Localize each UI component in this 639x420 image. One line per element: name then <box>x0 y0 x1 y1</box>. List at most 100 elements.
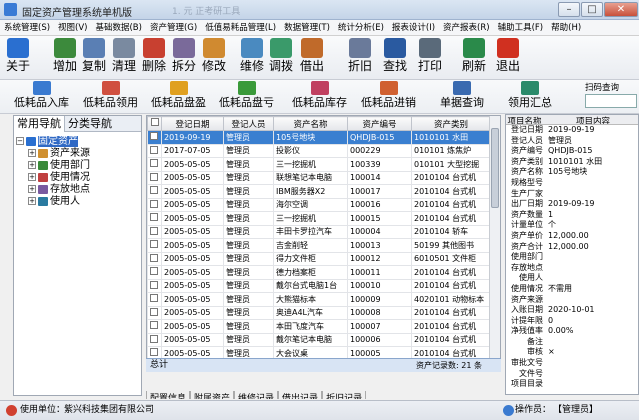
menu-item-1[interactable]: 视图(V) <box>54 20 91 36</box>
row-checkbox-cell[interactable] <box>147 332 162 347</box>
grid-header-0[interactable] <box>147 116 162 131</box>
row-checkbox-cell[interactable] <box>147 278 162 293</box>
toolbar-button-10[interactable]: 折旧 <box>345 38 375 78</box>
tree-node[interactable]: + 使用部门 <box>16 160 90 172</box>
table-row[interactable]: 2005-05-05 管理员 本田飞度汽车 100007 2010104 台式机 <box>147 319 491 334</box>
toolbar-button-4[interactable]: 删除 <box>139 38 169 78</box>
tree-node[interactable]: + 存放地点 <box>16 184 90 196</box>
row-checkbox-cell[interactable] <box>147 292 162 307</box>
lowvalue-button-5[interactable]: 低耗品进销 <box>361 81 416 113</box>
tree-node[interactable]: − 固定资产 <box>16 136 90 148</box>
row-checkbox[interactable] <box>150 199 158 208</box>
tree-node[interactable]: + 资产来源 <box>16 148 90 160</box>
tree-expander-icon[interactable]: + <box>28 197 36 205</box>
row-checkbox[interactable] <box>150 213 158 222</box>
row-checkbox-cell[interactable] <box>147 251 162 266</box>
tree-node[interactable]: + 使用情况 <box>16 172 90 184</box>
row-checkbox[interactable] <box>150 132 158 141</box>
table-row[interactable]: 2005-05-05 管理员 戴尔台式电脑1台 100010 2010104 台式机 <box>147 278 491 293</box>
menu-item-0[interactable]: 系统管理(S) <box>0 20 54 36</box>
menu-item-10[interactable]: 帮助(H) <box>547 20 585 36</box>
table-row[interactable]: 2005-05-05 管理员 联想笔记本电脑 100014 2010104 台式机 <box>147 170 491 185</box>
row-checkbox[interactable] <box>150 240 158 249</box>
row-checkbox[interactable] <box>150 145 158 154</box>
row-checkbox-cell[interactable] <box>147 265 162 280</box>
toolbar-button-6[interactable]: 修改 <box>199 38 229 78</box>
table-row[interactable]: 2005-05-05 管理员 三一挖掘机 100339 010101 大型挖掘 <box>147 157 491 172</box>
menu-item-9[interactable]: 辅助工具(F) <box>494 20 548 36</box>
toolbar-button-11[interactable]: 查找 <box>380 38 410 78</box>
grid-header-5[interactable]: 资产类别 <box>411 116 491 131</box>
row-checkbox-cell[interactable] <box>147 211 162 226</box>
detail-tab-3[interactable]: 借出记录 <box>278 391 323 399</box>
toolbar-button-12[interactable]: 打印 <box>415 38 445 78</box>
lowvalue-button-0[interactable]: 低耗品入库 <box>14 81 69 113</box>
table-row[interactable]: 2005-05-05 管理员 奥迪A4L汽车 100008 2010104 台式机 <box>147 305 491 320</box>
row-checkbox-cell[interactable] <box>147 224 162 239</box>
tree-expander-icon[interactable]: − <box>16 137 24 145</box>
toolbar-button-0[interactable]: 关于 <box>3 38 33 78</box>
table-row[interactable]: 2005-05-05 管理员 德力档案柜 100011 2010104 台式机 <box>147 265 491 280</box>
menu-item-2[interactable]: 基础数据(B) <box>91 20 145 36</box>
tab-category-nav[interactable]: 分类导航 <box>65 116 115 132</box>
table-row[interactable]: 2005-05-05 管理员 吉金削轻 100013 50199 其他图书 <box>147 238 491 253</box>
grid-header-3[interactable]: 资产名称 <box>273 116 348 131</box>
table-row[interactable]: 2005-05-05 管理员 得力文件柜 100012 6010501 文件柜 <box>147 251 491 266</box>
detail-tab-4[interactable]: 折旧记录 <box>322 391 367 399</box>
menu-item-7[interactable]: 报表设计(I) <box>388 20 439 36</box>
row-checkbox[interactable] <box>150 186 158 195</box>
table-row[interactable]: 2019-09-19 管理员 105号地块 QHDJB-015 1010101 水田 <box>147 130 491 145</box>
minimize-button[interactable]: – <box>558 2 580 17</box>
lowvalue-button-7[interactable]: 领用汇总 <box>508 81 552 113</box>
detail-tab-2[interactable]: 维修记录 <box>234 391 279 399</box>
row-checkbox[interactable] <box>150 172 158 181</box>
menu-item-4[interactable]: 低值易耗品管理(L) <box>201 20 280 36</box>
toolbar-button-3[interactable]: 清理 <box>109 38 139 78</box>
table-row[interactable]: 2005-05-05 管理员 三一挖掘机 100015 2010104 台式机 <box>147 211 491 226</box>
tree-expander-icon[interactable]: + <box>28 185 36 193</box>
scan-input[interactable] <box>585 94 637 108</box>
menu-item-3[interactable]: 资产管理(G) <box>146 20 201 36</box>
tree-expander-icon[interactable]: + <box>28 161 36 169</box>
menu-item-5[interactable]: 数据管理(T) <box>280 20 334 36</box>
lowvalue-button-6[interactable]: 单据查询 <box>440 81 484 113</box>
menu-item-8[interactable]: 资产报表(R) <box>439 20 494 36</box>
row-checkbox[interactable] <box>150 159 158 168</box>
row-checkbox[interactable] <box>150 307 158 316</box>
tree-expander-icon[interactable]: + <box>28 173 36 181</box>
scroll-thumb[interactable] <box>491 128 499 208</box>
tree-expander-icon[interactable]: + <box>28 149 36 157</box>
toolbar-button-5[interactable]: 拆分 <box>169 38 199 78</box>
detail-tab-0[interactable]: 配置信息 <box>146 391 191 399</box>
row-checkbox-cell[interactable] <box>147 197 162 212</box>
table-row[interactable]: 2005-05-05 管理员 戴尔笔记本电脑 100006 2010104 台式机 <box>147 332 491 347</box>
toolbar-button-13[interactable]: 刷新 <box>459 38 489 78</box>
row-checkbox[interactable] <box>150 294 158 303</box>
row-checkbox[interactable] <box>150 348 158 357</box>
tab-common-nav[interactable]: 常用导航 <box>14 116 65 132</box>
toolbar-button-9[interactable]: 借出 <box>297 38 327 78</box>
toolbar-button-14[interactable]: 退出 <box>493 38 523 78</box>
row-checkbox-cell[interactable] <box>147 130 162 145</box>
row-checkbox-cell[interactable] <box>147 238 162 253</box>
row-checkbox[interactable] <box>150 253 158 262</box>
toolbar-button-2[interactable]: 复制 <box>79 38 109 78</box>
tree-node[interactable]: + 使用人 <box>16 196 90 208</box>
lowvalue-button-2[interactable]: 低耗品盘盈 <box>151 81 206 113</box>
lowvalue-button-3[interactable]: 低耗品盘亏 <box>219 81 274 113</box>
row-checkbox[interactable] <box>150 321 158 330</box>
table-row[interactable]: 2005-05-05 管理员 IBM服务器X2 100017 2010104 台式机 <box>147 184 491 199</box>
lowvalue-button-4[interactable]: 低耗品库存 <box>292 81 347 113</box>
restore-button[interactable]: □ <box>581 2 603 17</box>
grid-header-1[interactable]: 登记日期 <box>161 116 224 131</box>
row-checkbox-cell[interactable] <box>147 305 162 320</box>
grid-header-4[interactable]: 资产编号 <box>347 116 412 131</box>
toolbar-button-1[interactable]: 增加 <box>50 38 80 78</box>
row-checkbox[interactable] <box>150 280 158 289</box>
table-row[interactable]: 2005-05-05 管理员 丰田卡罗拉汽车 100004 2010104 轿车 <box>147 224 491 239</box>
lowvalue-button-1[interactable]: 低耗品领用 <box>83 81 138 113</box>
row-checkbox[interactable] <box>150 267 158 276</box>
toolbar-button-8[interactable]: 调拨 <box>266 38 296 78</box>
grid-header-2[interactable]: 登记人员 <box>223 116 274 131</box>
row-checkbox-cell[interactable] <box>147 184 162 199</box>
